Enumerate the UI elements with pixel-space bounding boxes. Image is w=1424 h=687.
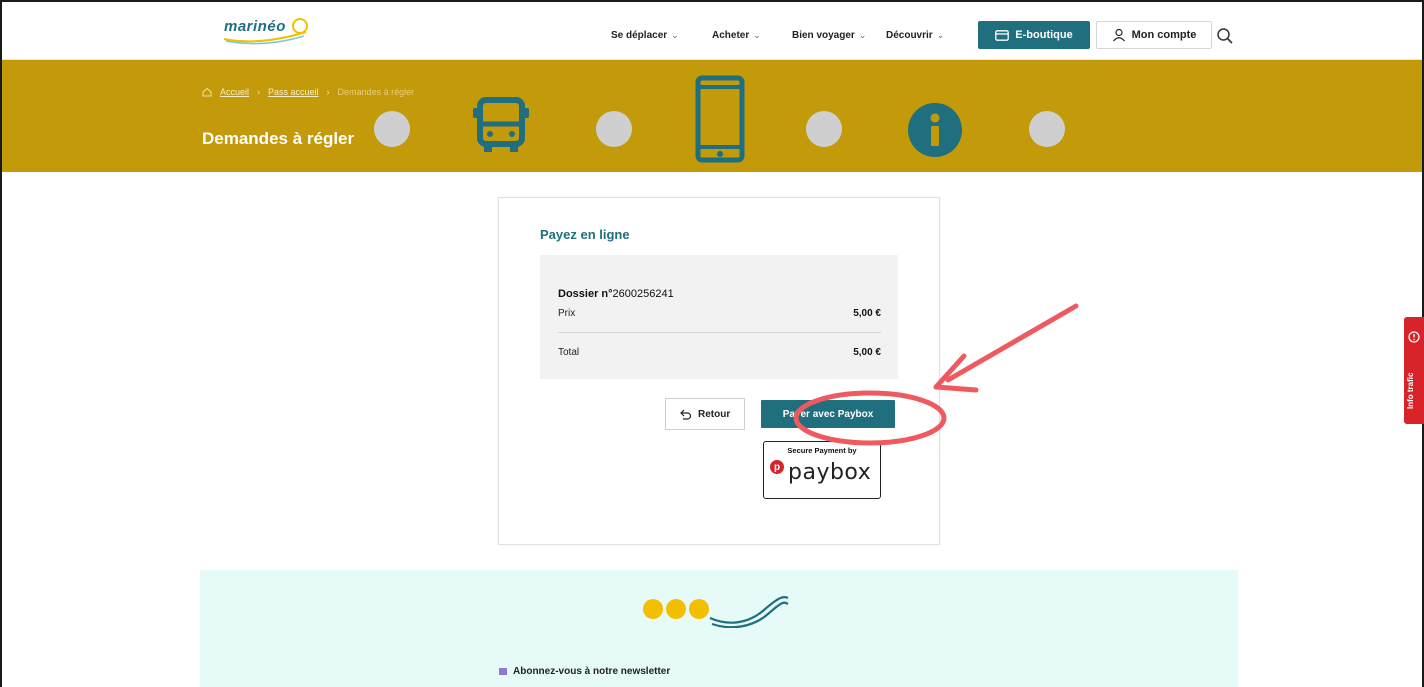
divider: [558, 332, 881, 333]
card-title: Payez en ligne: [540, 227, 630, 242]
home-icon[interactable]: [202, 87, 212, 97]
chevron-down-icon: ⌄: [858, 30, 867, 40]
logo-text: marinéo: [224, 18, 286, 35]
pay-with-paybox-button[interactable]: Payer avec Paybox: [761, 400, 895, 428]
breadcrumb-separator: ›: [257, 87, 261, 97]
breadcrumb-current: Demandes à régler: [337, 87, 415, 97]
nav-label: Découvrir: [886, 30, 933, 41]
chevron-down-icon: ⌄: [936, 30, 945, 40]
yellow-dot-icon: [666, 599, 686, 619]
dossier-number: 2600256241: [612, 288, 674, 300]
prix-label: Prix: [558, 308, 576, 319]
pay-label: Payer avec Paybox: [782, 408, 874, 420]
newsletter-label: Abonnez-vous à notre newsletter: [513, 666, 671, 677]
retour-button[interactable]: Retour: [665, 398, 745, 430]
total-label: Total: [558, 347, 580, 358]
nav-label: Bien voyager: [792, 30, 855, 41]
chevron-down-icon: ⌄: [671, 30, 679, 40]
grey-dot-icon: [596, 111, 632, 147]
payment-card: Payez en ligne Dossier n°2600256241 Prix…: [498, 197, 940, 545]
nav-label: Acheter: [712, 30, 750, 41]
info-icon: [908, 103, 962, 157]
order-summary: Dossier n°2600256241 Prix 5,00 € Total 5…: [540, 255, 898, 379]
total-value: 5,00 €: [853, 347, 881, 358]
account-label: Mon compte: [1131, 29, 1197, 41]
hero-banner: Accueil › Pass accueil › Demandes à régl…: [2, 60, 1422, 172]
marineo-logo[interactable]: marinéo: [220, 12, 308, 46]
breadcrumb-pass-accueil[interactable]: Pass accueil: [268, 87, 319, 97]
search-icon[interactable]: [1216, 27, 1234, 45]
dossier-label: Dossier n°: [558, 288, 613, 300]
chevron-down-icon: ⌄: [753, 30, 761, 40]
grey-dot-icon: [1029, 111, 1065, 147]
site-header: marinéo Se déplacer ⌄ Acheter ⌄ Bien voy…: [2, 2, 1422, 60]
breadcrumb-separator: ›: [326, 87, 330, 97]
nav-decouvrir[interactable]: Découvrir ⌄: [886, 30, 944, 41]
eboutique-label: E-boutique: [1015, 29, 1073, 41]
breadcrumb: Accueil › Pass accueil › Demandes à régl…: [202, 87, 414, 97]
alert-icon: [1408, 331, 1420, 343]
badge-caption: Secure Payment by: [787, 446, 857, 455]
nav-se-deplacer[interactable]: Se déplacer ⌄: [611, 30, 679, 41]
badge-brand: paybox: [788, 460, 872, 485]
yellow-dot-icon: [689, 599, 709, 619]
grey-dot-icon: [806, 111, 842, 147]
wave-icon: [709, 595, 789, 628]
account-button[interactable]: Mon compte: [1096, 21, 1212, 49]
grey-dot-icon: [374, 111, 410, 147]
newsletter-section: Abonnez-vous à notre newsletter: [200, 570, 1238, 687]
undo-icon: [680, 409, 692, 420]
prix-value: 5,00 €: [853, 308, 881, 319]
bus-icon: [473, 97, 529, 152]
dossier-line: Dossier n°2600256241: [558, 288, 674, 300]
user-icon: [1112, 28, 1125, 42]
page-title: Demandes à régler: [202, 129, 355, 148]
retour-label: Retour: [698, 408, 731, 420]
eboutique-button[interactable]: E-boutique: [978, 21, 1090, 49]
paybox-logo-icon: p: [770, 460, 784, 474]
nav-acheter[interactable]: Acheter ⌄: [712, 30, 761, 41]
yellow-dot-icon: [643, 599, 663, 619]
info-trafic-label: Info trafic: [1406, 372, 1415, 409]
newsletter-link[interactable]: Abonnez-vous à notre newsletter: [499, 666, 670, 677]
mail-icon: [499, 668, 507, 675]
card-icon: [995, 29, 1010, 41]
smartphone-icon: [695, 75, 745, 163]
secure-payment-badge: Secure Payment by p paybox: [763, 441, 881, 499]
info-trafic-tab[interactable]: Info trafic: [1404, 317, 1424, 424]
breadcrumb-accueil[interactable]: Accueil: [220, 87, 249, 97]
nav-label: Se déplacer: [611, 30, 668, 41]
nav-bien-voyager[interactable]: Bien voyager ⌄: [792, 30, 866, 41]
